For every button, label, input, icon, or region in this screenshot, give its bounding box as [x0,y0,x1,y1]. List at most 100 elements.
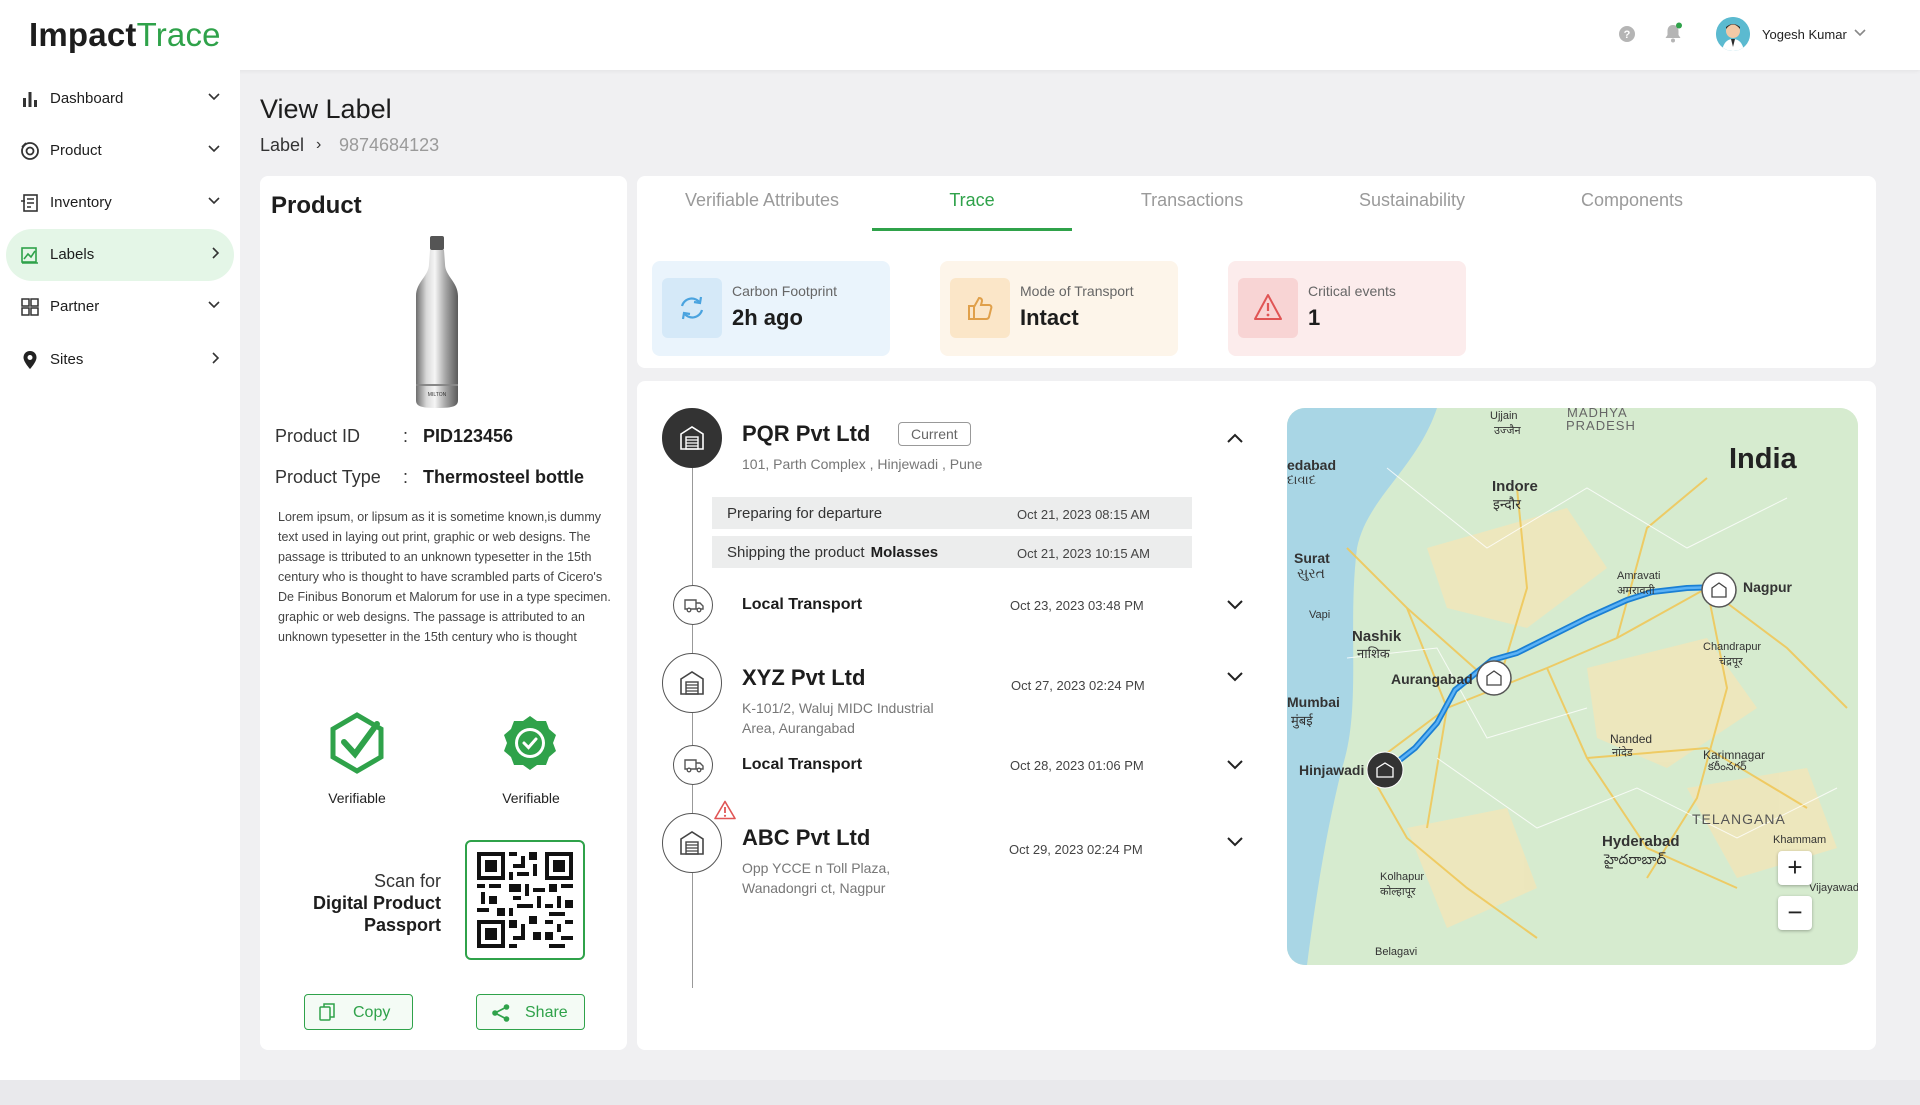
chevron-down-icon [208,93,220,101]
verifiable-badge-label: Verifiable [328,790,386,806]
page-title: View Label [260,94,392,124]
node-name: XYZ Pvt Ltd [742,665,866,690]
timeline-node-transport [673,745,713,785]
avatar-image-icon [1716,17,1750,51]
notification-bell-icon[interactable] [1663,22,1683,44]
stat-critical-events: Critical events 1 [1228,261,1466,356]
event-label: Preparing for departure [727,505,883,522]
copy-button-label: Copy [353,1004,391,1021]
truck-icon [684,759,704,773]
user-name[interactable]: Yogesh Kumar [1762,27,1847,42]
bar-chart-icon [23,92,37,107]
timeline-node-transport [673,585,713,625]
event-date: Oct 21, 2023 08:15 AM [1017,507,1150,522]
chevron-down-icon[interactable] [1854,29,1866,37]
user-avatar[interactable] [1716,17,1750,51]
chevron-down-icon[interactable] [1227,600,1243,610]
zoom-out-button[interactable]: − [1778,896,1812,930]
qr-code[interactable] [465,840,585,960]
map-marker-aurangabad[interactable] [1476,660,1512,696]
trace-card: PQR Pvt Ltd Current 101, Parth Complex ,… [637,381,1876,1050]
chevron-down-icon [208,145,220,153]
logo-text-impact: Impact [29,16,137,53]
share-button[interactable]: Share [476,994,585,1030]
chevron-down-icon[interactable] [1227,760,1243,770]
node-transport-label: Local Transport [742,756,863,773]
map-marker-nagpur[interactable] [1701,572,1737,608]
map-label: સુરત [1297,565,1325,581]
chevron-down-icon[interactable] [1227,672,1243,682]
chevron-up-icon[interactable] [1227,433,1243,443]
sidebar-item-inventory[interactable]: Inventory [6,177,234,229]
timeline-node-warehouse [662,813,722,873]
map-label: अमरावती [1617,585,1655,597]
stat-mode-of-transport: Mode of Transport Intact [940,261,1178,356]
refresh-icon [680,296,704,320]
tab-verifiable-attributes[interactable]: Verifiable Attributes [662,190,862,211]
map-label: Khammam [1773,834,1827,846]
map-label: Amravati [1617,570,1661,582]
sidebar-item-dashboard[interactable]: Dashboard [6,73,234,125]
map-label: TELANGANA [1692,811,1786,827]
product-heading: Product [271,192,362,219]
warehouse-icon [680,426,704,450]
thumbs-up-icon [968,296,993,320]
stat-carbon-footprint: Carbon Footprint 2h ago [652,261,890,356]
help-icon[interactable]: ? [1618,25,1636,43]
sidebar-item-sites[interactable]: Sites [6,334,234,386]
event-row: Shipping the product Molasses Oct 21, 202… [712,536,1192,568]
map-label: Surat [1294,550,1330,566]
tab-components[interactable]: Components [1532,190,1732,211]
map-label: Nanded [1610,732,1653,746]
footer-strip [0,1080,1920,1105]
verifiable-badge-label: Verifiable [502,790,560,806]
sidebar-item-partner[interactable]: Partner [6,281,234,333]
copy-button[interactable]: Copy [304,994,413,1030]
app-logo[interactable]: ImpactTrace [29,16,221,54]
scan-caption-line: Scan for [373,871,441,891]
map-label: चंद्रपूर [1719,656,1743,668]
node-name: PQR Pvt Ltd [742,421,871,446]
truck-icon [684,599,704,613]
chevron-down-icon [208,301,220,309]
map-label: Nashik [1352,628,1402,645]
event-label: Shipping the product [727,544,865,561]
map-label: દાવાદ [1287,472,1317,487]
sidebar-item-product[interactable]: Product [6,125,234,177]
sidebar: Dashboard Product Inventory Labels Partn… [0,70,240,1080]
map-canvas [1287,408,1858,965]
copy-icon [319,1003,335,1021]
product-card: Product MILTON Product ID : PID123456 Pr… [260,176,627,1050]
node-date: Oct 29, 2023 02:24 PM [1009,842,1143,857]
node-address: K-101/2, Waluj MIDC Industrial [742,700,934,716]
sidebar-item-labels[interactable]: Labels [6,229,234,281]
tab-sustainability[interactable]: Sustainability [1312,190,1512,211]
verified-check-icon [330,712,384,774]
critical-warning-icon [714,800,736,820]
logo-text-trace: Trace [136,16,221,53]
scan-caption-line: Digital Product [312,893,441,913]
stat-label: Mode of Transport [1020,283,1134,299]
chevron-right-icon [212,247,220,259]
tab-trace[interactable]: Trace [872,190,1072,211]
map-label: उज्जैन [1494,425,1521,437]
breadcrumb-root[interactable]: Label [260,135,304,156]
sidebar-item-label: Inventory [50,194,112,211]
map-marker-hinjawadi[interactable] [1366,751,1404,789]
chevron-down-icon[interactable] [1227,837,1243,847]
map-label: Nagpur [1743,579,1792,595]
map-label: Hinjawadi [1299,762,1365,778]
zoom-in-button[interactable]: + [1778,851,1812,885]
sidebar-item-label: Dashboard [50,90,124,107]
route-map[interactable]: Ujjain उज्जैन MADHYA PRADESH edabad દાવા… [1287,408,1858,965]
tab-transactions[interactable]: Transactions [1092,190,1292,211]
node-address: 101, Parth Complex , Hinjewadi , Pune [742,456,983,472]
inventory-icon [21,194,38,212]
breadcrumb-current: 9874684123 [339,135,440,155]
node-transport-label: Local Transport [742,596,863,613]
map-label: Hyderabad [1602,833,1680,850]
map-label: Aurangabad [1391,671,1473,687]
product-image: MILTON [416,236,458,408]
tabs-card: Verifiable Attributes Trace Transactions… [637,176,1876,368]
map-country-label: India [1729,443,1797,475]
